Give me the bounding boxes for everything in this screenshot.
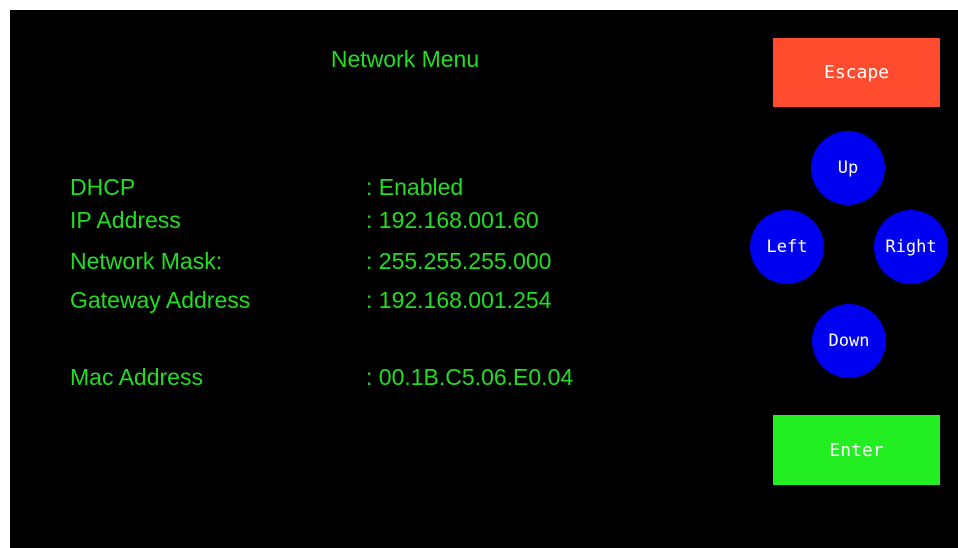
network-mask-label: Network Mask:	[70, 248, 223, 274]
right-button[interactable]: Right	[874, 210, 948, 284]
ip-address-label: IP Address	[70, 207, 181, 233]
display-screen: Network Menu DHCP : Enabled IP Address :…	[10, 10, 958, 548]
left-button[interactable]: Left	[750, 210, 824, 284]
menu-title: Network Menu	[330, 46, 480, 72]
network-mask-value: : 255.255.255.000	[366, 248, 552, 274]
ip-address-value: : 192.168.001.60	[366, 207, 539, 233]
mac-address-value: : 00.1B.C5.06.E0.04	[366, 364, 574, 390]
dhcp-value: : Enabled	[366, 174, 464, 200]
escape-button[interactable]: Escape	[773, 38, 940, 107]
up-button[interactable]: Up	[811, 131, 885, 205]
down-button[interactable]: Down	[812, 304, 886, 378]
dhcp-label: DHCP	[70, 174, 136, 200]
gateway-address-value: : 192.168.001.254	[366, 287, 552, 313]
gateway-address-label: Gateway Address	[70, 287, 251, 313]
mac-address-label: Mac Address	[70, 364, 203, 390]
enter-button[interactable]: Enter	[773, 415, 940, 485]
